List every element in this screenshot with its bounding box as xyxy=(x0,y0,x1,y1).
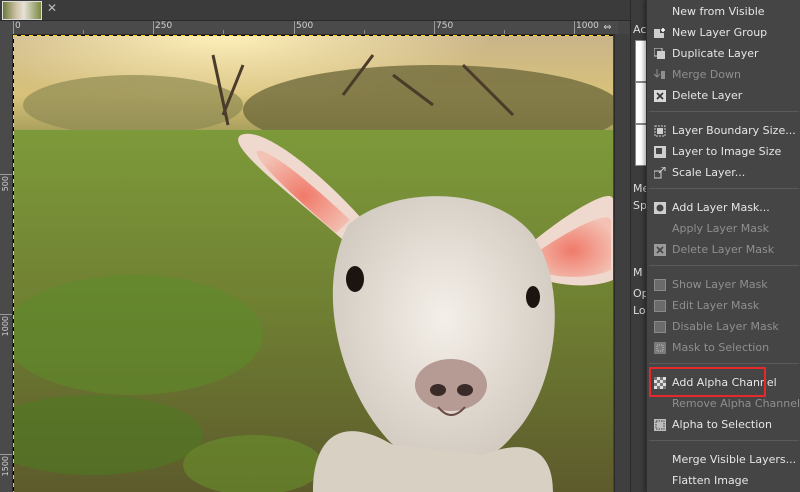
menu-item-merge-down[interactable]: Merge Down xyxy=(647,65,800,86)
menu-separator xyxy=(649,363,799,364)
menu-item-label: Edit Layer Mask xyxy=(672,299,760,312)
menu-item-label: Layer Boundary Size... xyxy=(672,124,796,137)
menu-item-label: Duplicate Layer xyxy=(672,47,759,60)
menu-item-label: Mask to Selection xyxy=(672,341,770,354)
vertical-scrollbar[interactable] xyxy=(614,34,631,492)
menu-item-add-layer-mask[interactable]: Add Layer Mask... xyxy=(647,198,800,219)
menu-item-new-from-visible[interactable]: New from Visible xyxy=(647,2,800,23)
menu-item-label: New Layer Group xyxy=(672,26,768,39)
dock-label-fragment: Sp xyxy=(633,199,647,212)
menu-item-merge-visible-layers[interactable]: Merge Visible Layers... xyxy=(647,450,800,471)
horizontal-ruler: 0 250 500 750 1000 xyxy=(12,21,618,35)
menu-item-label: Remove Alpha Channel xyxy=(672,397,800,410)
menu-item-delete-layer-mask[interactable]: Delete Layer Mask xyxy=(647,240,800,261)
delete-layer-icon xyxy=(654,90,666,102)
lamb-photo xyxy=(13,35,613,492)
layer-boundary-top xyxy=(13,35,613,36)
highlight-box xyxy=(649,367,766,397)
menu-item-label: Disable Layer Mask xyxy=(672,320,779,333)
ruler-label: 0 xyxy=(15,21,21,31)
ruler-label: 250 xyxy=(155,21,173,31)
menu-item-label: Alpha to Selection xyxy=(672,418,773,431)
image-tab-thumbnail[interactable] xyxy=(2,1,42,20)
dock-label-fragment: M xyxy=(633,266,643,279)
menu-item-label: Delete Layer xyxy=(672,89,743,102)
checkbox-icon xyxy=(654,300,666,312)
add-layer-mask-icon xyxy=(654,202,666,214)
menu-item-scale-layer[interactable]: Scale Layer... xyxy=(647,163,800,184)
menu-item-duplicate-layer[interactable]: Duplicate Layer xyxy=(647,44,800,65)
menu-item-label: Apply Layer Mask xyxy=(672,222,770,235)
menu-item-show-layer-mask[interactable]: Show Layer Mask xyxy=(647,275,800,296)
layer-to-image-icon xyxy=(654,146,666,158)
menu-item-label: Layer to Image Size xyxy=(672,145,782,158)
menu-item-label: Merge Visible Layers... xyxy=(672,453,797,466)
ruler-label: 1000 xyxy=(1,316,10,337)
merge-down-icon xyxy=(653,69,666,81)
menu-item-layer-to-image-size[interactable]: Layer to Image Size xyxy=(647,142,800,163)
ruler-corner xyxy=(0,21,12,34)
mask-to-selection-icon xyxy=(654,342,666,354)
layer-boundary-left xyxy=(13,35,14,492)
menu-item-disable-layer-mask[interactable]: Disable Layer Mask xyxy=(647,317,800,338)
dock-label-fragment: Lo xyxy=(633,304,646,317)
ruler-label: 1500 xyxy=(1,456,10,477)
menu-item-edit-layer-mask[interactable]: Edit Layer Mask xyxy=(647,296,800,317)
checkbox-icon xyxy=(654,279,666,291)
menu-separator xyxy=(649,265,799,266)
menu-separator xyxy=(649,111,799,112)
menu-item-mask-to-selection[interactable]: Mask to Selection xyxy=(647,338,800,359)
image-tab-strip: ✕ xyxy=(0,0,630,21)
menu-separator xyxy=(649,188,799,189)
ruler-label: 1000 xyxy=(576,21,599,31)
menu-item-label: Add Layer Mask... xyxy=(672,201,770,214)
alpha-to-selection-icon xyxy=(654,419,666,431)
scale-layer-icon xyxy=(653,166,666,179)
menu-item-alpha-to-selection[interactable]: Alpha to Selection xyxy=(647,415,800,436)
menu-item-apply-layer-mask[interactable]: Apply Layer Mask xyxy=(647,219,800,240)
ruler-label: 500 xyxy=(296,21,314,31)
menu-item-label: Scale Layer... xyxy=(672,166,746,179)
ruler-label: 750 xyxy=(436,21,454,31)
menu-item-label: New from Visible xyxy=(672,5,765,18)
ruler-label: 500 xyxy=(1,176,10,192)
dock-label-fragment: Ac xyxy=(633,23,647,36)
menu-item-label: Show Layer Mask xyxy=(672,278,768,291)
image-canvas[interactable] xyxy=(13,35,613,492)
menu-item-layer-boundary-size[interactable]: Layer Boundary Size... xyxy=(647,121,800,142)
layer-boundary-icon xyxy=(654,125,666,137)
menu-item-flatten-image[interactable]: Flatten Image xyxy=(647,471,800,492)
new-layer-group-icon xyxy=(654,27,666,39)
vertical-ruler: 500 1000 1500 xyxy=(0,34,13,492)
menu-item-new-layer-group[interactable]: New Layer Group xyxy=(647,23,800,44)
layer-context-menu: New from Visible New Layer Group Duplica… xyxy=(646,0,800,492)
menu-item-delete-layer[interactable]: Delete Layer xyxy=(647,86,800,107)
menu-item-label: Merge Down xyxy=(672,68,742,81)
delete-layer-mask-icon xyxy=(654,244,666,256)
duplicate-layer-icon xyxy=(653,47,666,60)
checkbox-icon xyxy=(654,321,666,333)
menu-item-label: Flatten Image xyxy=(672,474,749,487)
menu-item-remove-alpha-channel[interactable]: Remove Alpha Channel xyxy=(647,394,800,415)
menu-item-label: Delete Layer Mask xyxy=(672,243,775,256)
close-icon[interactable]: ✕ xyxy=(44,0,60,16)
menu-separator xyxy=(649,440,799,441)
navigate-icon[interactable]: ⇔ xyxy=(601,21,614,34)
